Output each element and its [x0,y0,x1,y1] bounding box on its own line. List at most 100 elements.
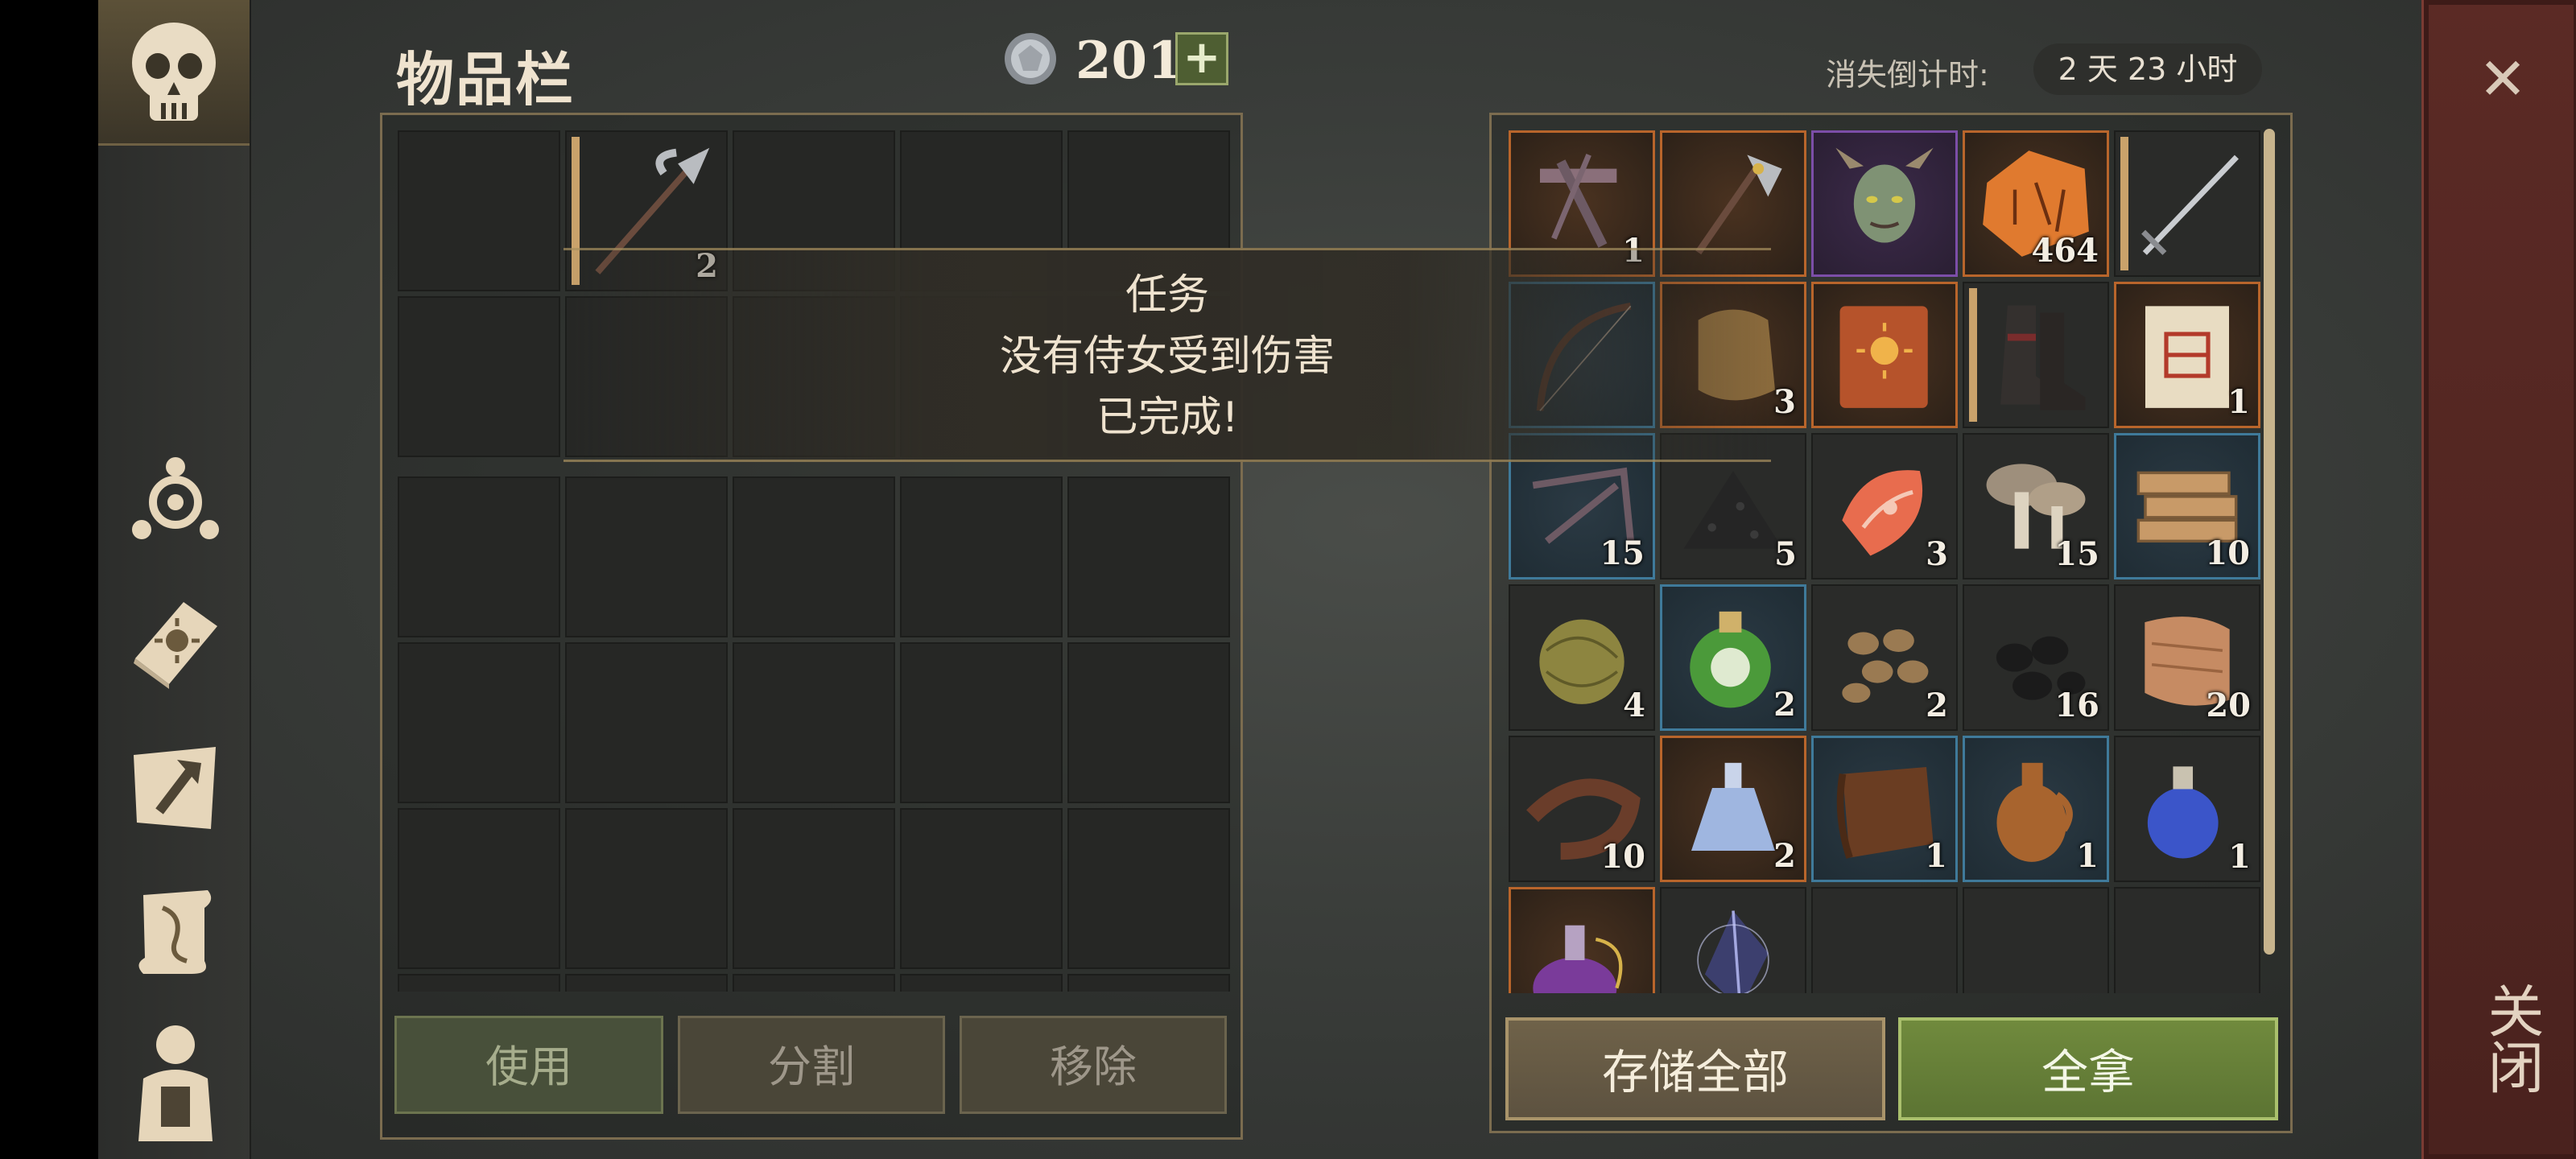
close-label[interactable]: 关闭 [2479,982,2553,1119]
container-item-slot[interactable]: 10 [1509,736,1655,882]
container-item-slot[interactable]: 1 [1963,736,2109,882]
item-count: 1 [2228,838,2251,876]
use-button[interactable]: 使用 [394,1016,663,1114]
dark-crystal-icon [1697,910,1769,993]
inventory-slot[interactable] [1067,642,1230,803]
container-empty-slot[interactable] [2114,887,2260,993]
demon-head-icon [1835,147,1934,243]
map-hammer-icon[interactable] [127,739,224,835]
inventory-slot[interactable] [900,974,1063,992]
inventory-slot[interactable] [733,808,895,969]
inventory-slot[interactable] [398,642,560,803]
sun-book-icon [1839,306,1928,408]
inventory-title: 物品栏 [396,46,576,113]
inventory-slot[interactable] [733,974,895,992]
inventory-slot[interactable] [733,642,895,803]
player-backpack-grid [398,476,1232,992]
container-item-slot[interactable] [1811,282,1958,428]
inventory-slot[interactable] [398,130,560,291]
container-empty-slot[interactable] [1811,887,1958,993]
quest-complete-popup: 任务 没有侍女受到伤害 已完成! [564,248,1771,462]
item-count: 15 [1600,534,1645,572]
inventory-slot[interactable] [398,296,560,457]
item-count: 3 [1926,535,1948,573]
item-count: 2 [1926,687,1948,724]
container-item-slot[interactable]: 2 [1811,584,1958,731]
currency-value: 201 [1075,31,1183,91]
container-item-slot[interactable]: 1 [2114,282,2260,428]
container-item-slot[interactable]: 1 [2114,736,2260,882]
container-item-slot[interactable] [1509,887,1655,993]
remove-button[interactable]: 移除 [960,1016,1227,1114]
skull-icon [132,23,216,121]
container-item-slot[interactable] [1811,130,1958,277]
quest-popup-title: 任务 [1125,271,1209,320]
item-count: 15 [2054,535,2099,573]
inventory-slot[interactable] [900,642,1063,803]
item-count: 1 [2076,837,2099,875]
equipped-marker [2120,137,2128,270]
container-item-slot[interactable]: 15 [1963,433,2109,580]
silver-coin-icon [1005,33,1056,85]
inventory-slot[interactable] [398,476,560,637]
container-item-slot[interactable]: 4 [1509,584,1655,731]
item-count: 1 [1925,837,1947,875]
item-count: 10 [2205,534,2250,572]
disappear-timer-label: 消失倒计时: [1826,57,1989,93]
close-panel[interactable]: ✕ 关闭 [2421,0,2576,1159]
inventory-slot[interactable] [565,808,728,969]
container-empty-slot[interactable] [1963,887,2109,993]
talent-tree-icon[interactable] [127,452,224,549]
item-count: 2 [1773,686,1796,724]
purple-potion-icon [1533,925,1623,993]
container-scrollbar[interactable] [2264,129,2275,955]
character-icon[interactable] [127,1021,224,1141]
container-item-slot[interactable] [1660,887,1806,993]
close-icon[interactable]: ✕ [2471,47,2535,111]
container-item-slot[interactable] [1963,282,2109,428]
sidebar-tab-skull[interactable] [98,0,250,146]
item-count: 4 [1623,687,1645,724]
add-currency-button[interactable]: + [1175,32,1228,85]
sun-book-icon[interactable] [127,594,224,691]
item-count: 1 [2227,383,2250,421]
item-count: 16 [2054,687,2099,724]
quest-popup-status: 已完成! [1096,394,1239,442]
inventory-slot[interactable] [1067,974,1230,992]
store-all-button[interactable]: 存储全部 [1505,1017,1885,1120]
inventory-slot[interactable] [733,476,895,637]
item-count: 2 [1773,837,1796,875]
inventory-slot[interactable] [398,974,560,992]
inventory-slot[interactable] [1067,808,1230,969]
container-item-slot[interactable]: 16 [1963,584,2109,731]
quest-popup-name: 没有侍女受到伤害 [999,332,1335,381]
inventory-slot[interactable] [398,808,560,969]
disappear-timer-value: 2 天 23 小时 [2033,43,2262,95]
container-item-slot[interactable]: 10 [2114,433,2260,580]
inventory-slot[interactable] [900,476,1063,637]
boots-icon [2000,305,2086,410]
sword-icon [2141,155,2239,255]
container-item-slot[interactable]: 1 [1811,736,1958,882]
item-count: 10 [1600,838,1645,876]
quest-scroll-icon[interactable] [127,884,224,980]
container-item-slot[interactable]: 2 [1660,736,1806,882]
inventory-slot[interactable] [900,808,1063,969]
container-item-slot[interactable]: 2 [1660,584,1806,731]
item-count: 3 [1773,383,1796,421]
container-item-slot[interactable]: 464 [1963,130,2109,277]
take-all-button[interactable]: 全拿 [1898,1017,2278,1120]
equipped-marker [1969,288,1977,422]
container-item-slot[interactable]: 20 [2114,584,2260,731]
inventory-slot[interactable] [565,642,728,803]
item-count: 5 [1774,535,1797,573]
container-item-slot[interactable]: 3 [1811,433,1958,580]
sidebar [98,0,251,1159]
container-item-slot[interactable] [2114,130,2260,277]
inventory-slot[interactable] [565,974,728,992]
inventory-slot[interactable] [565,476,728,637]
item-count: 464 [2031,232,2099,270]
inventory-slot[interactable] [1067,476,1230,637]
split-button[interactable]: 分割 [678,1016,945,1114]
game-root: 物品栏 201 + 消失倒计时: 2 天 23 小时 2 [0,0,2576,1159]
